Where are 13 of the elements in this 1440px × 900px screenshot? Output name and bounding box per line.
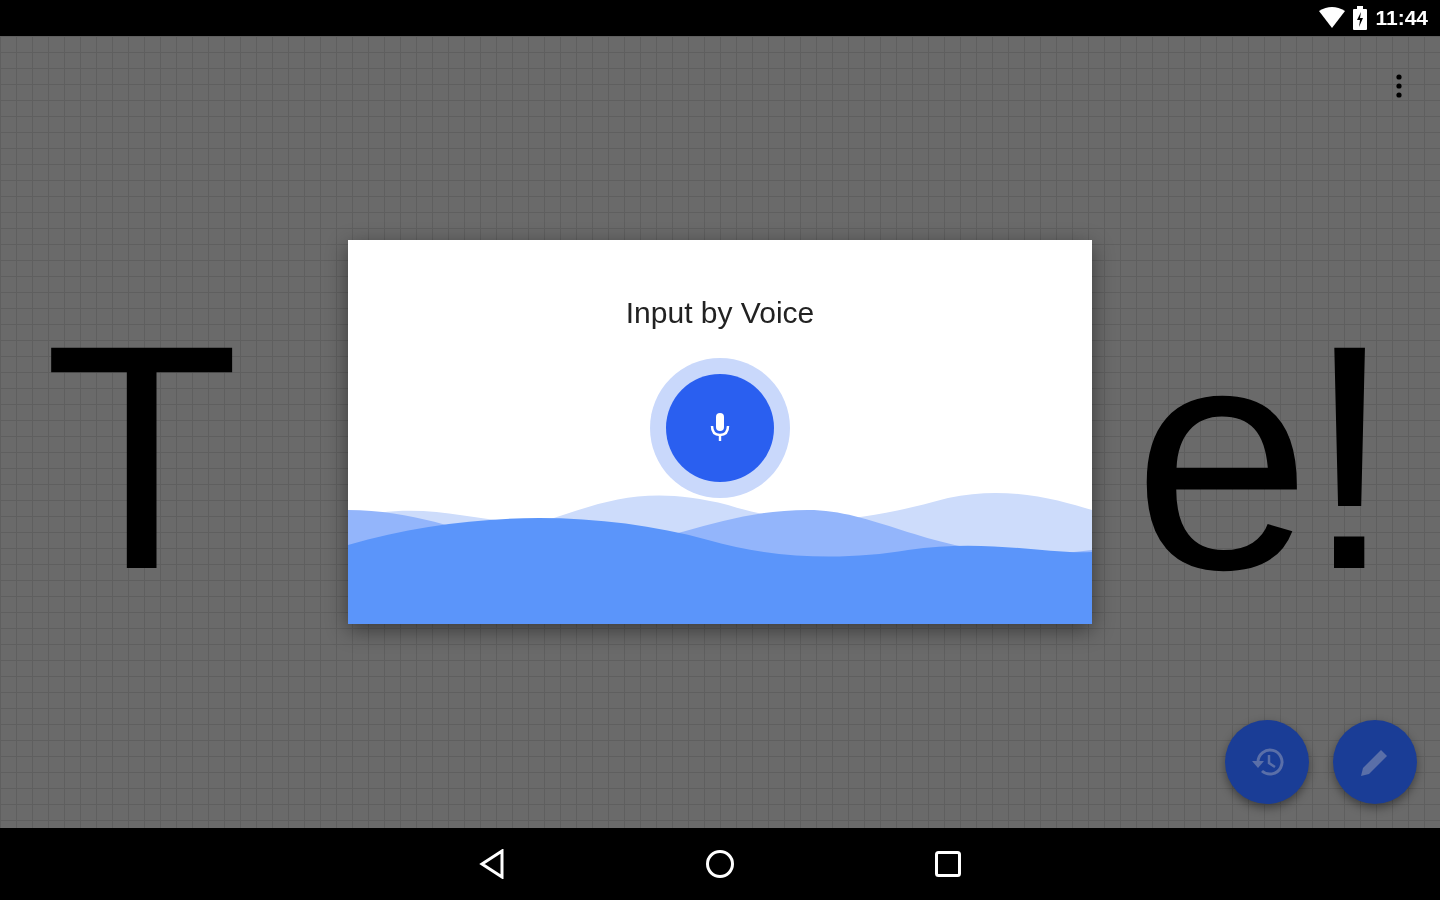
pencil-icon [1361,748,1389,776]
background-text: e! [1133,297,1388,617]
status-time: 11:44 [1375,6,1428,30]
overflow-menu-icon[interactable] [1396,74,1402,98]
microphone-icon [710,413,730,443]
history-icon [1250,747,1284,777]
home-button[interactable] [705,849,735,879]
back-button[interactable] [479,849,505,879]
wifi-icon [1319,7,1346,29]
battery-icon [1353,6,1368,30]
background-text: T [44,297,234,617]
recents-button[interactable] [935,851,961,877]
dialog-title: Input by Voice [625,296,815,330]
